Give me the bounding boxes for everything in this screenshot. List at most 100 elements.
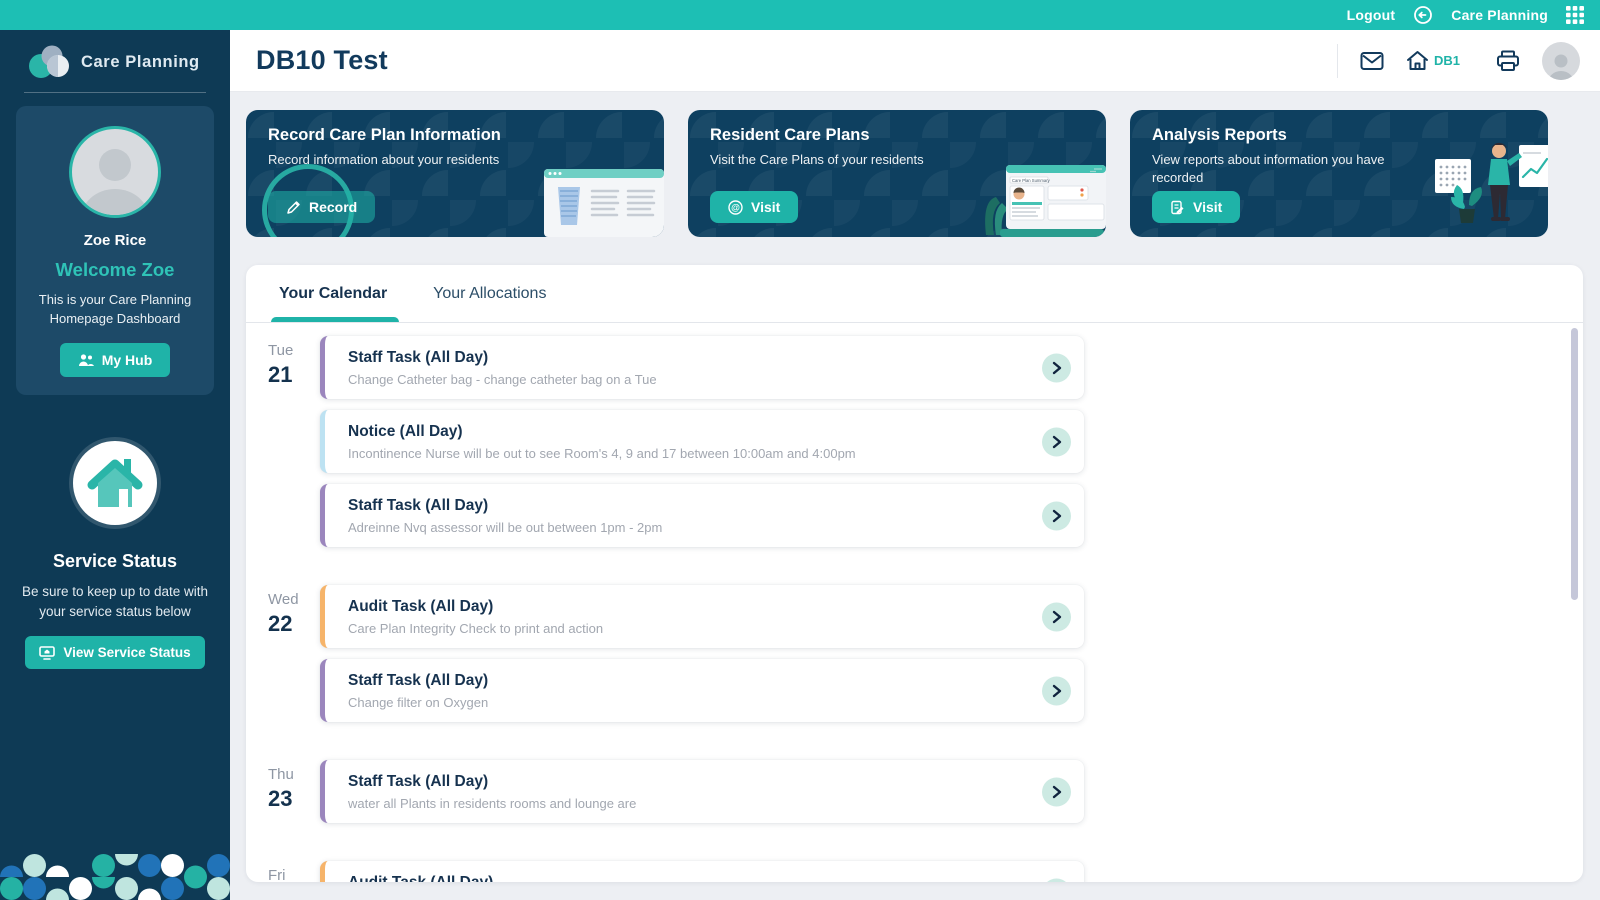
- service-monitor-icon: [39, 645, 56, 660]
- event-title: Staff Task (All Day): [348, 772, 489, 790]
- day-number: 21: [268, 362, 293, 387]
- event-description: Change filter on Oxygen: [348, 694, 489, 710]
- brand-link[interactable]: Care Planning: [1451, 7, 1548, 23]
- event-description: Adreinne Nvq assessor will be out betwee…: [348, 519, 663, 535]
- report-icon: [1171, 200, 1184, 214]
- calendar-event[interactable]: Audit Task (All Day) Care Plan Integrity …: [320, 585, 1084, 648]
- visit-reports-button[interactable]: Visit: [1152, 191, 1241, 223]
- day-name: Tue: [268, 342, 294, 359]
- day-events: Audit Task (All Day) Care Plan Integrity …: [320, 585, 1084, 733]
- chevron-right-icon: [1052, 509, 1062, 522]
- mail-icon[interactable]: [1360, 51, 1384, 71]
- page-title: DB10 Test: [256, 45, 388, 75]
- event-title: Staff Task (All Day): [348, 671, 489, 689]
- event-title: Audit Task (All Day): [348, 597, 494, 615]
- scrollbar[interactable]: [1571, 328, 1578, 600]
- day-events: Staff Task (All Day) water all Plants in …: [320, 760, 1084, 834]
- card-subtitle: Record information about your residents: [268, 152, 500, 167]
- profile-avatar: [69, 126, 161, 218]
- record-button[interactable]: Record: [268, 191, 376, 223]
- chevron-right-icon: [1052, 785, 1062, 798]
- event-title: Staff Task (All Day): [348, 496, 489, 514]
- chevron-right-icon: [1052, 361, 1062, 374]
- app-logo: Care Planning: [0, 30, 230, 92]
- apps-grid-icon[interactable]: [1566, 6, 1584, 24]
- calendar-day-group: Wed 22 Audit Task (All Day) Care Plan Integ…: [268, 585, 1583, 733]
- calendar-day-group: Thu 23 Staff Task (All Day) water all Plant…: [268, 760, 1583, 834]
- profile-description: This is your Care Planning Homepage Dash…: [38, 292, 192, 326]
- calendar-event[interactable]: Staff Task (All Day) Change filter on Oxy…: [320, 659, 1084, 722]
- event-title: Audit Task (All Day): [348, 873, 494, 883]
- logo-cloud-icon: [29, 45, 69, 78]
- event-description: Incontinence Nurse will be out to see Ro…: [348, 445, 856, 461]
- header-divider: [1336, 43, 1338, 78]
- top-bar: Logout Care Planning: [0, 0, 1600, 30]
- calendar-event[interactable]: Staff Task (All Day) Adreinne Nvq assesso…: [320, 484, 1084, 547]
- logout-link[interactable]: Logout: [1347, 7, 1396, 23]
- tabs-bar: Your Calendar Your Allocations: [246, 265, 1583, 323]
- event-open-button[interactable]: [1042, 777, 1071, 806]
- print-icon[interactable]: [1496, 50, 1520, 72]
- page-header: DB10 Test DB1: [230, 30, 1600, 92]
- day-events: Staff Task (All Day) Change Catheter bag …: [320, 336, 1084, 558]
- profile-name: Zoe Rice: [83, 232, 147, 249]
- at-icon: @: [728, 199, 743, 215]
- card-illustration: [544, 169, 664, 237]
- calendar-event[interactable]: Staff Task (All Day) Change Catheter bag …: [320, 336, 1084, 399]
- chevron-right-icon: [1052, 684, 1062, 697]
- day-name: Wed: [268, 591, 299, 608]
- visit-button-label: Visit: [1193, 199, 1223, 215]
- event-open-button[interactable]: [1042, 602, 1071, 631]
- event-open-button[interactable]: [1042, 878, 1071, 882]
- record-button-label: Record: [309, 199, 358, 215]
- event-open-button[interactable]: [1042, 427, 1071, 456]
- event-open-button[interactable]: [1042, 353, 1071, 382]
- profile-welcome: Welcome Zoe: [55, 259, 175, 280]
- home-button[interactable]: DB1: [1406, 50, 1460, 71]
- sidebar-divider: [24, 92, 206, 93]
- tab-your-allocations[interactable]: Your Allocations: [433, 265, 546, 322]
- day-events: Audit Task (All Day): [320, 861, 1084, 882]
- pencil-icon: [287, 200, 300, 214]
- event-title: Notice (All Day): [348, 422, 463, 440]
- day-label: Thu 23: [268, 760, 320, 834]
- calendar-panel: Your Calendar Your Allocations Tue 21 Staf…: [246, 265, 1583, 882]
- user-avatar[interactable]: [1542, 41, 1580, 80]
- calendar-event[interactable]: Staff Task (All Day) water all Plants in …: [320, 760, 1084, 823]
- calendar-event[interactable]: Audit Task (All Day): [320, 861, 1084, 882]
- day-label: Tue 21: [268, 336, 320, 558]
- visit-care-plans-button[interactable]: @ Visit: [710, 191, 799, 223]
- day-label: Wed 22: [268, 585, 320, 733]
- sidebar: Care Planning Zoe Rice Welcome Zoe This …: [0, 30, 230, 900]
- calendar-list: Tue 21 Staff Task (All Day) Change Catheter…: [246, 323, 1583, 882]
- profile-card: Zoe Rice Welcome Zoe This is your Care P…: [16, 106, 214, 395]
- chevron-right-icon: [1052, 435, 1062, 448]
- event-open-button[interactable]: [1042, 676, 1071, 705]
- card-title: Resident Care Plans: [710, 126, 870, 144]
- day-label: Fri24: [268, 861, 320, 882]
- calendar-day-group: Fri24 Audit Task (All Day): [268, 861, 1583, 882]
- event-open-button[interactable]: [1042, 501, 1071, 530]
- card-title: Record Care Plan Information: [268, 126, 501, 144]
- analysis-reports-card: Analysis Reports View reports about info…: [1130, 110, 1548, 237]
- my-hub-label: My Hub: [101, 351, 153, 368]
- view-service-status-label: View Service Status: [63, 645, 191, 661]
- home-icon: [1406, 51, 1428, 70]
- exit-icon[interactable]: [1413, 5, 1433, 25]
- sidebar-mosaic-decoration: [0, 854, 230, 900]
- service-status-title: Service Status: [52, 550, 178, 571]
- person-figure: [1488, 142, 1522, 221]
- logo-text: Care Planning: [81, 52, 200, 71]
- my-hub-button[interactable]: My Hub: [59, 342, 171, 377]
- event-description: Care Plan Integrity Check to print and a…: [348, 620, 604, 636]
- illustration-label: Care Plan Summary: [1012, 178, 1051, 183]
- view-service-status-button[interactable]: View Service Status: [25, 636, 205, 670]
- record-care-plan-card: Record Care Plan Information Record info…: [246, 110, 664, 237]
- main-content: Record Care Plan Information Record info…: [230, 92, 1600, 900]
- event-title: Staff Task (All Day): [348, 348, 489, 366]
- card-subtitle: View reports about information you have …: [1152, 152, 1385, 186]
- visit-button-label: Visit: [751, 199, 781, 215]
- calendar-event[interactable]: Notice (All Day) Incontinence Nurse will …: [320, 410, 1084, 473]
- action-cards-row: Record Care Plan Information Record info…: [246, 110, 1548, 237]
- tab-your-calendar[interactable]: Your Calendar: [270, 265, 400, 322]
